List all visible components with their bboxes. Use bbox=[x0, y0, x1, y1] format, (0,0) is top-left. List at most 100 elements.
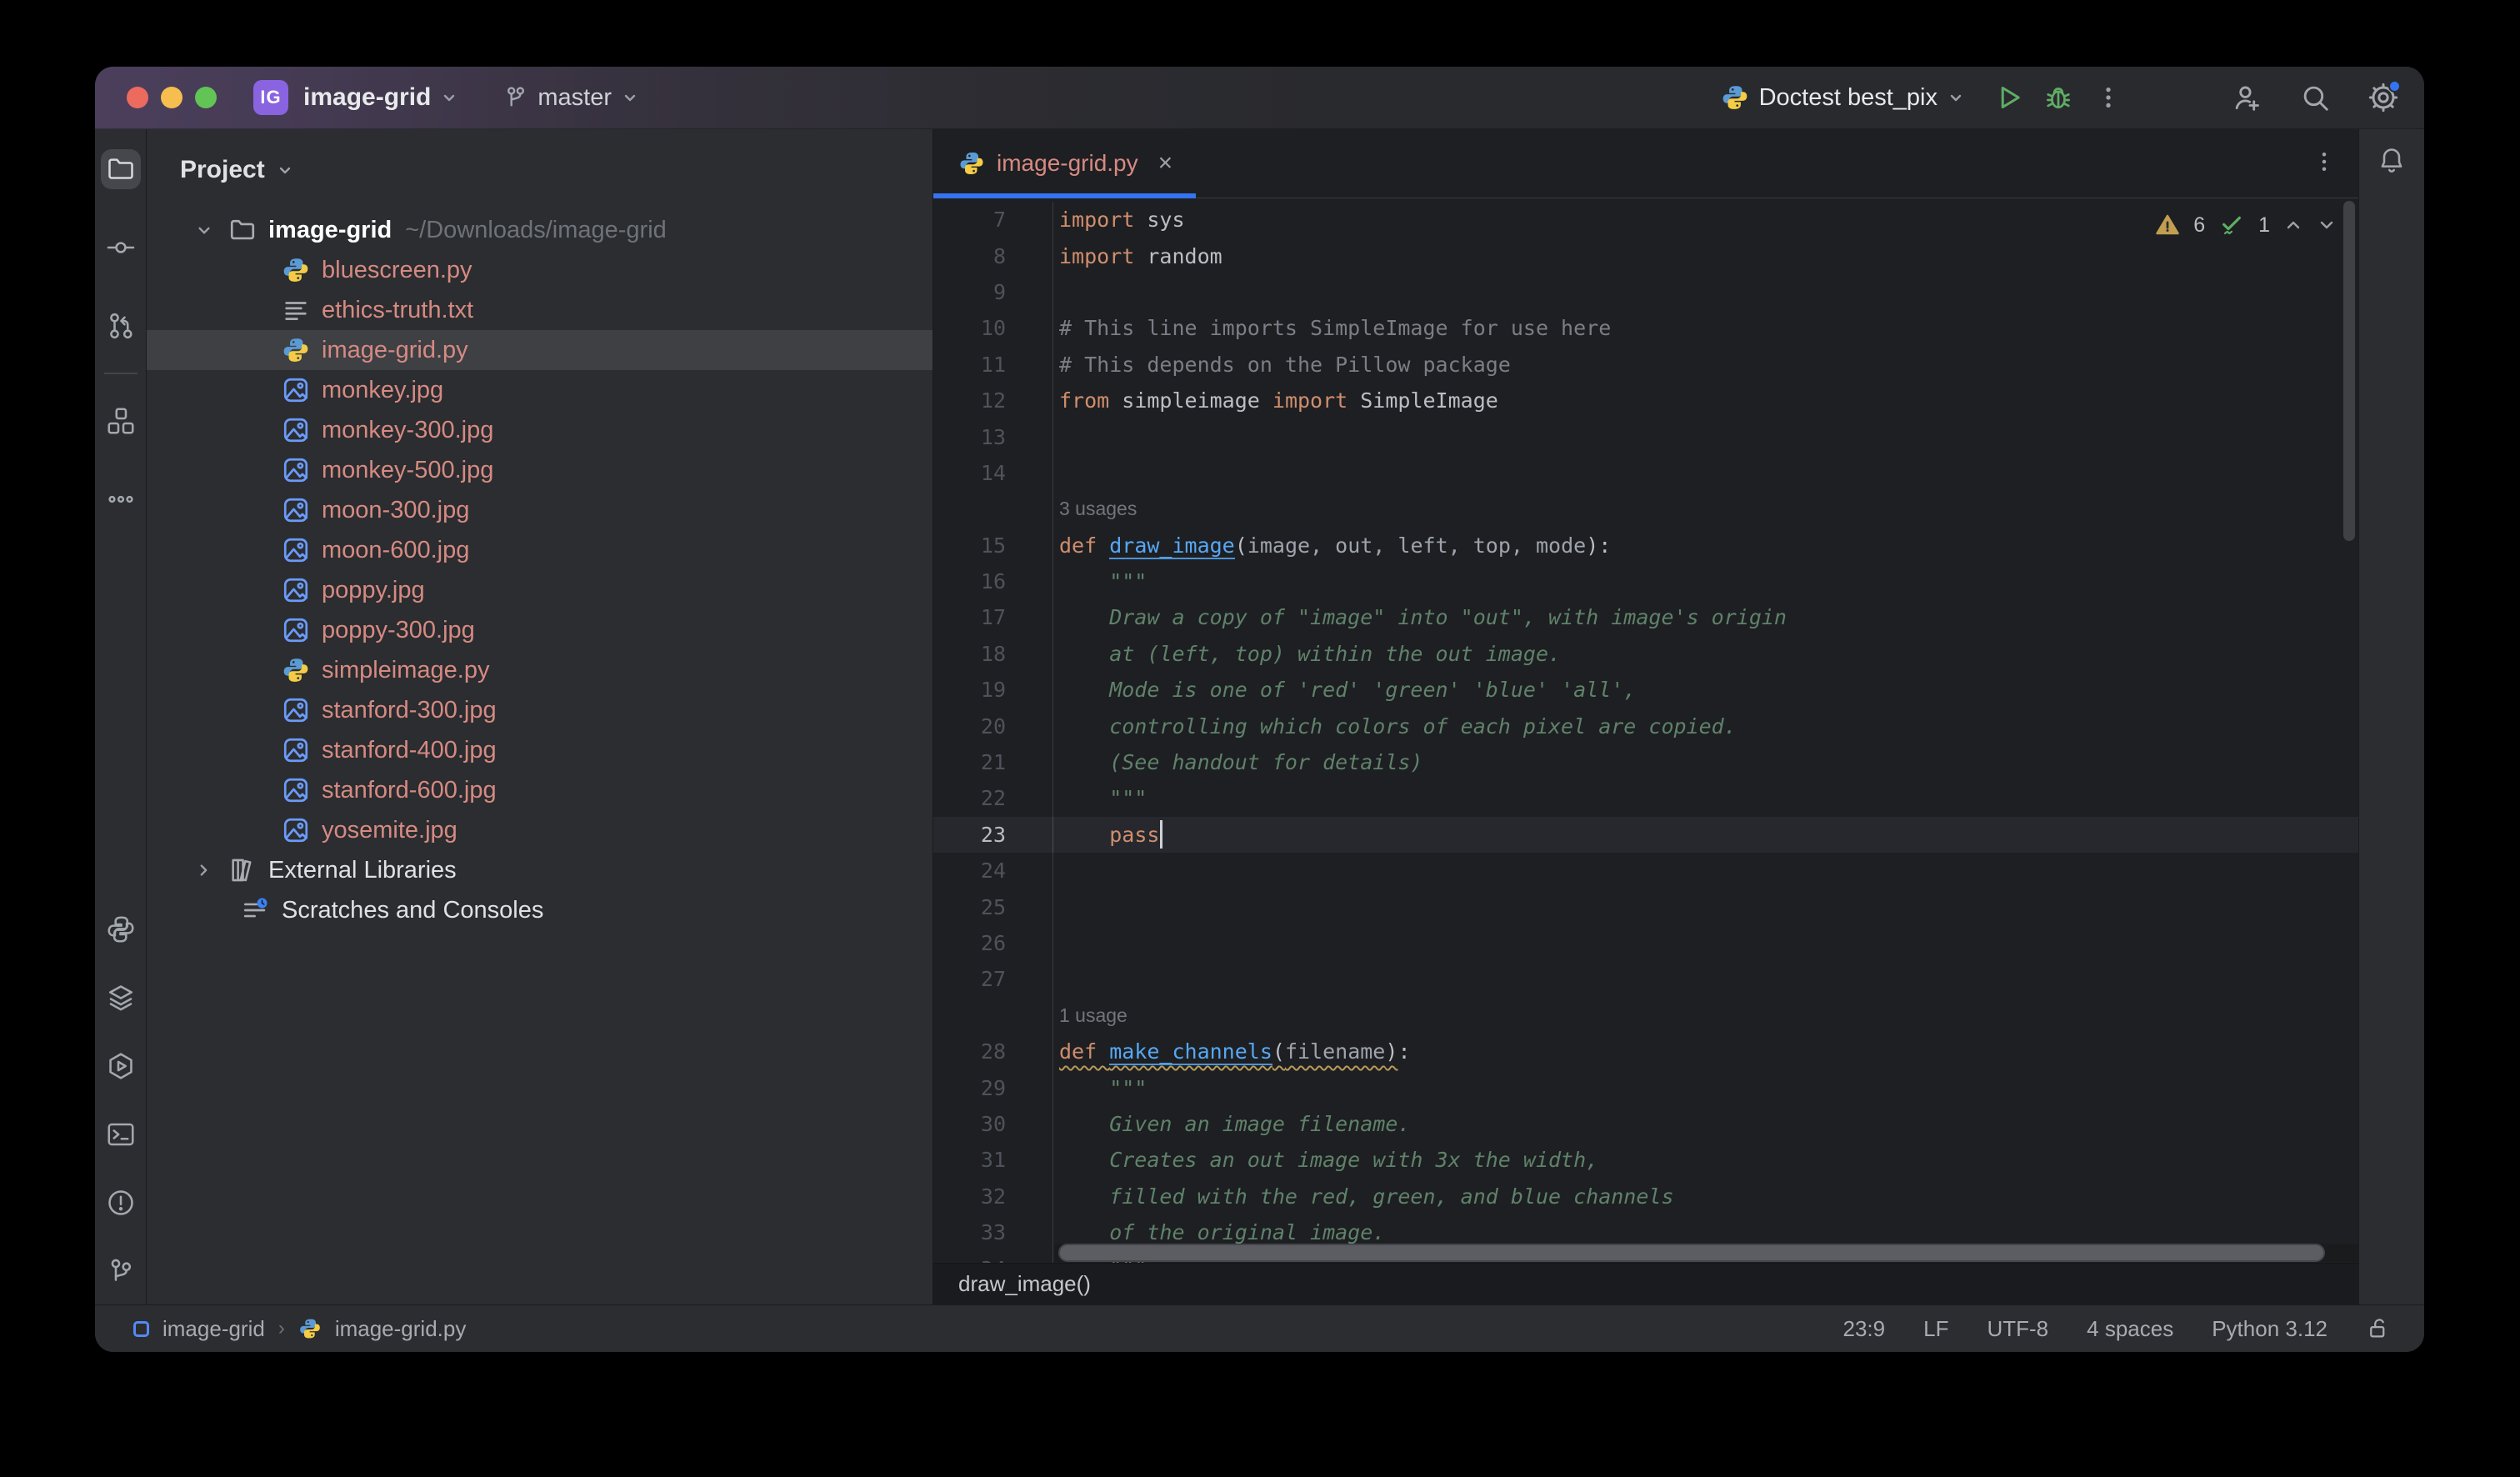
problems-icon bbox=[108, 1190, 133, 1215]
code-line-content bbox=[1052, 924, 2358, 962]
chevron-right-icon[interactable] bbox=[193, 859, 215, 881]
python-file-icon bbox=[298, 1317, 322, 1340]
code-with-me-button[interactable] bbox=[2228, 78, 2266, 117]
status-project-name[interactable]: image-grid bbox=[162, 1316, 265, 1342]
line-number: 23 bbox=[980, 822, 1006, 847]
run-button[interactable] bbox=[1989, 78, 2028, 117]
code-line-content bbox=[1052, 418, 2358, 455]
code-token: SimpleImage bbox=[1348, 388, 1498, 413]
line-number: 16 bbox=[980, 569, 1006, 594]
search-everywhere-button[interactable] bbox=[2296, 78, 2334, 117]
git-branch-icon bbox=[111, 1259, 131, 1281]
python-file-icon bbox=[282, 336, 310, 364]
notifications-button[interactable] bbox=[2372, 141, 2412, 181]
code-line: 26 bbox=[933, 924, 2358, 962]
interpreter-widget[interactable]: Python 3.12 bbox=[2212, 1316, 2328, 1342]
tool-services-button[interactable] bbox=[101, 1046, 141, 1086]
tree-item-file[interactable]: moon-300.jpg bbox=[147, 490, 932, 530]
code-line-content: (See handout for details) bbox=[1052, 744, 2358, 781]
chevron-down-icon bbox=[279, 167, 290, 173]
tree-item-label: monkey-500.jpg bbox=[322, 456, 494, 483]
tree-item-scratches-and-consoles[interactable]: Scratches and Consoles bbox=[147, 890, 932, 930]
tree-item-file[interactable]: moon-600.jpg bbox=[147, 530, 932, 570]
usages-inlay-hint[interactable]: 3 usages bbox=[1059, 498, 1137, 520]
zoom-window-button[interactable] bbox=[195, 87, 217, 108]
indent-widget[interactable]: 4 spaces bbox=[2087, 1316, 2173, 1342]
code-token: at (left, top) within the out image. bbox=[1059, 641, 1562, 666]
vertical-scrollbar[interactable] bbox=[2343, 201, 2355, 541]
tree-item-root[interactable]: image-grid ~/Downloads/image-grid bbox=[147, 210, 932, 250]
tool-terminal-button[interactable] bbox=[101, 1114, 141, 1154]
code-token: import bbox=[1059, 208, 1135, 233]
run-configuration-selector[interactable]: Doctest best_pix bbox=[1749, 84, 1966, 112]
tree-item-file[interactable]: stanford-300.jpg bbox=[147, 690, 932, 730]
caret-position-widget[interactable]: 23:9 bbox=[1843, 1316, 1886, 1342]
debug-button[interactable] bbox=[2039, 78, 2078, 117]
tree-item-file[interactable]: yosemite.jpg bbox=[147, 810, 932, 850]
git-branch-icon bbox=[508, 87, 525, 107]
tree-item-external-libraries[interactable]: External Libraries bbox=[147, 850, 932, 890]
tool-problems-button[interactable] bbox=[101, 1183, 141, 1223]
project-selector[interactable]: image-grid bbox=[288, 83, 459, 112]
tool-commit-button[interactable] bbox=[101, 228, 141, 268]
editor-tab[interactable]: image-grid.py × bbox=[933, 129, 1197, 198]
tree-item-file[interactable]: simpleimage.py bbox=[147, 650, 932, 690]
breadcrumb[interactable]: draw_image() bbox=[958, 1271, 1091, 1297]
code-token: : bbox=[1398, 1039, 1411, 1064]
tool-pull-requests-button[interactable] bbox=[101, 306, 141, 346]
prev-problem-button[interactable] bbox=[2283, 215, 2303, 235]
project-widget-icon[interactable] bbox=[133, 1320, 149, 1337]
tree-item-label: moon-600.jpg bbox=[322, 536, 470, 563]
kebab-menu-icon bbox=[2106, 88, 2111, 108]
tool-structure-button[interactable] bbox=[101, 401, 141, 441]
branch-selector[interactable]: master bbox=[502, 84, 640, 112]
tool-python-packages-button[interactable] bbox=[101, 909, 141, 949]
more-run-actions-button[interactable] bbox=[2089, 78, 2128, 117]
minimize-window-button[interactable] bbox=[161, 87, 182, 108]
next-problem-button[interactable] bbox=[2317, 215, 2337, 235]
chevron-down-icon bbox=[624, 94, 636, 102]
status-file-name[interactable]: image-grid.py bbox=[335, 1316, 467, 1342]
tree-item-file[interactable]: image-grid.py bbox=[147, 330, 932, 370]
folder-icon bbox=[228, 216, 257, 244]
tree-item-label: poppy.jpg bbox=[322, 576, 425, 603]
image-file-icon bbox=[282, 776, 310, 804]
tree-item-file[interactable]: stanford-400.jpg bbox=[147, 730, 932, 770]
code-editor[interactable]: 7 import sys 8 import random 9 10 # This line … bbox=[933, 198, 2358, 1263]
tool-project-button[interactable] bbox=[100, 149, 141, 189]
inspections-widget[interactable]: 6 1 bbox=[2148, 208, 2343, 242]
image-file-icon bbox=[282, 496, 310, 524]
line-ending-widget[interactable]: LF bbox=[1923, 1316, 1948, 1342]
tree-item-label: monkey.jpg bbox=[322, 376, 444, 403]
tree-item-file[interactable]: monkey-300.jpg bbox=[147, 410, 932, 450]
encoding-widget[interactable]: UTF-8 bbox=[1987, 1316, 2048, 1342]
tree-item-file[interactable]: bluescreen.py bbox=[147, 250, 932, 290]
tool-version-control-button[interactable] bbox=[101, 1251, 141, 1291]
horizontal-scrollbar[interactable] bbox=[1058, 1244, 2325, 1262]
tree-item-file[interactable]: monkey-500.jpg bbox=[147, 450, 932, 490]
editor-tab-label: image-grid.py bbox=[997, 150, 1138, 176]
tool-python-console-button[interactable] bbox=[101, 978, 141, 1018]
tree-item-file[interactable]: stanford-600.jpg bbox=[147, 770, 932, 810]
breadcrumbs-bar: draw_image() bbox=[933, 1263, 2358, 1304]
tree-item-label: Scratches and Consoles bbox=[282, 896, 544, 924]
code-line-content: pass bbox=[1052, 816, 2358, 854]
tool-more-button[interactable] bbox=[101, 479, 141, 519]
editor-options-button[interactable] bbox=[2312, 149, 2337, 178]
tree-item-file[interactable]: poppy.jpg bbox=[147, 570, 932, 610]
close-window-button[interactable] bbox=[127, 87, 148, 108]
code-token: pass bbox=[1109, 822, 1160, 847]
tree-item-file[interactable]: monkey.jpg bbox=[147, 370, 932, 410]
code-line: 30 Given an image filename. bbox=[933, 1105, 2358, 1143]
unlocked-icon[interactable] bbox=[2366, 1316, 2391, 1341]
tree-item-file[interactable]: poppy-300.jpg bbox=[147, 610, 932, 650]
project-panel-header[interactable]: Project bbox=[147, 129, 932, 210]
tree-item-file[interactable]: ethics-truth.txt bbox=[147, 290, 932, 330]
chevron-down-icon[interactable] bbox=[193, 219, 215, 241]
code-line: 14 bbox=[933, 454, 2358, 492]
code-token: controlling which colors of each pixel a… bbox=[1059, 713, 1737, 738]
usages-inlay-hint[interactable]: 1 usage bbox=[1059, 1004, 1128, 1027]
code-line: 27 bbox=[933, 961, 2358, 998]
close-tab-button[interactable]: × bbox=[1158, 151, 1173, 176]
settings-button[interactable] bbox=[2364, 78, 2402, 117]
